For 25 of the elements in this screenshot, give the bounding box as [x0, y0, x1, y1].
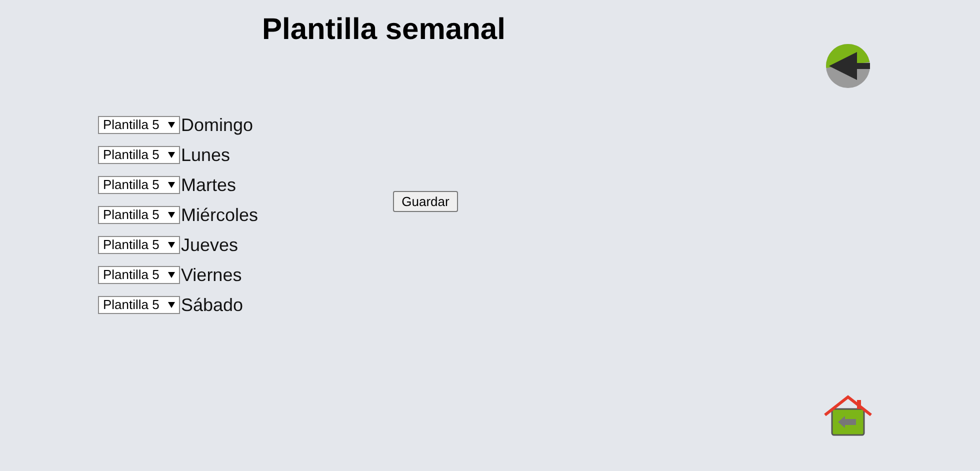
save-button[interactable]: Guardar [393, 191, 458, 212]
template-select[interactable]: Plantilla 5 [98, 116, 180, 134]
caret-icon [168, 242, 175, 248]
caret-icon [168, 122, 175, 128]
template-select[interactable]: Plantilla 5 [98, 266, 180, 284]
template-select[interactable]: Plantilla 5 [98, 176, 180, 194]
template-select[interactable]: Plantilla 5 [98, 296, 180, 314]
caret-icon [168, 152, 175, 158]
day-label: Jueves [181, 236, 238, 254]
caret-icon [168, 182, 175, 188]
home-icon[interactable] [824, 395, 872, 437]
caret-icon [168, 212, 175, 218]
caret-icon [168, 272, 175, 278]
day-label: Lunes [181, 146, 230, 164]
template-select[interactable]: Plantilla 5 [98, 236, 180, 254]
back-icon[interactable] [826, 44, 870, 88]
template-select[interactable]: Plantilla 5 [98, 146, 180, 164]
day-label: Sábado [181, 296, 244, 314]
day-label: Martes [181, 176, 236, 194]
day-label: Viernes [181, 266, 242, 284]
day-label: Miércoles [181, 206, 258, 224]
day-label: Domingo [181, 116, 254, 134]
template-select[interactable]: Plantilla 5 [98, 206, 180, 224]
caret-icon [168, 302, 175, 308]
page-title: Plantilla semanal [262, 12, 506, 48]
